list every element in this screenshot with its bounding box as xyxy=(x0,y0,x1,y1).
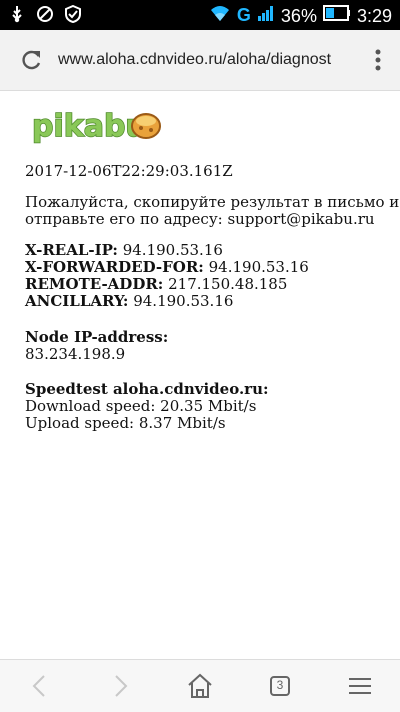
status-bar: G 36% 3:29 xyxy=(0,0,400,30)
tabs-button[interactable]: 3 xyxy=(266,672,294,700)
ip-label: REMOTE-ADDR: xyxy=(25,275,164,293)
browser-toolbar: www.aloha.cdnvideo.ru/aloha/diagnost xyxy=(0,30,400,91)
back-icon[interactable] xyxy=(26,672,54,700)
shield-icon xyxy=(64,4,82,28)
ip-value: 217.150.48.185 xyxy=(168,275,288,293)
download-speed: Download speed: 20.35 Mbit/s xyxy=(25,397,257,415)
speedtest-title: Speedtest aloha.cdnvideo.ru: xyxy=(25,380,269,398)
usb-icon xyxy=(8,5,26,28)
ip-value: 94.190.53.16 xyxy=(208,258,309,276)
home-icon[interactable] xyxy=(186,672,214,700)
ip-label: ANCILLARY: xyxy=(25,292,129,310)
network-type: G xyxy=(236,5,251,25)
ip-label: X-FORWARDED-FOR: xyxy=(25,258,204,276)
ip-value: 94.190.53.16 xyxy=(133,292,234,310)
ip-row-x-real-ip: X-REAL-IP: 94.190.53.16 xyxy=(25,242,223,259)
reload-icon[interactable] xyxy=(20,48,44,72)
ip-value: 94.190.53.16 xyxy=(122,241,223,259)
ip-row-x-forwarded-for: X-FORWARDED-FOR: 94.190.53.16 xyxy=(25,259,309,276)
timestamp: 2017-12-06T22:29:03.161Z xyxy=(25,162,233,180)
node-ip-title: Node IP-address: xyxy=(25,328,169,346)
ip-row-ancillary: ANCILLARY: 94.190.53.16 xyxy=(25,293,233,310)
do-not-disturb-icon xyxy=(36,5,54,28)
overflow-menu-icon[interactable] xyxy=(374,48,382,72)
instruction-line-1: Пожалуйста, скопируйте результат в письм… xyxy=(25,193,400,211)
tabs-count: 3 xyxy=(276,678,284,692)
svg-text:pikabu: pikabu xyxy=(32,109,147,144)
ip-row-remote-addr: REMOTE-ADDR: 217.150.48.185 xyxy=(25,276,287,293)
node-ip-value: 83.234.198.9 xyxy=(25,345,126,363)
status-bar-left xyxy=(8,4,82,28)
signal-icon xyxy=(257,4,275,27)
wifi-icon xyxy=(209,4,231,27)
battery-icon xyxy=(322,5,351,26)
instruction-line-2: отправьте его по адресу: support@pikabu.… xyxy=(25,210,375,228)
url-field[interactable]: www.aloha.cdnvideo.ru/aloha/diagnost xyxy=(58,44,348,76)
pikabu-logo: pikabu xyxy=(30,106,162,148)
upload-speed: Upload speed: 8.37 Mbit/s xyxy=(25,414,226,432)
status-bar-right: G 36% 3:29 xyxy=(209,4,392,27)
clock: 3:29 xyxy=(356,5,392,26)
forward-icon[interactable] xyxy=(106,672,134,700)
page-content: pikabu 2017-12-06T22:29:03.161Z Пожалуйс… xyxy=(0,90,400,658)
browser-bottom-bar: 3 xyxy=(0,659,400,712)
ip-label: X-REAL-IP: xyxy=(25,241,118,259)
hamburger-menu-icon[interactable] xyxy=(346,672,374,700)
battery-percent: 36% xyxy=(280,5,317,26)
